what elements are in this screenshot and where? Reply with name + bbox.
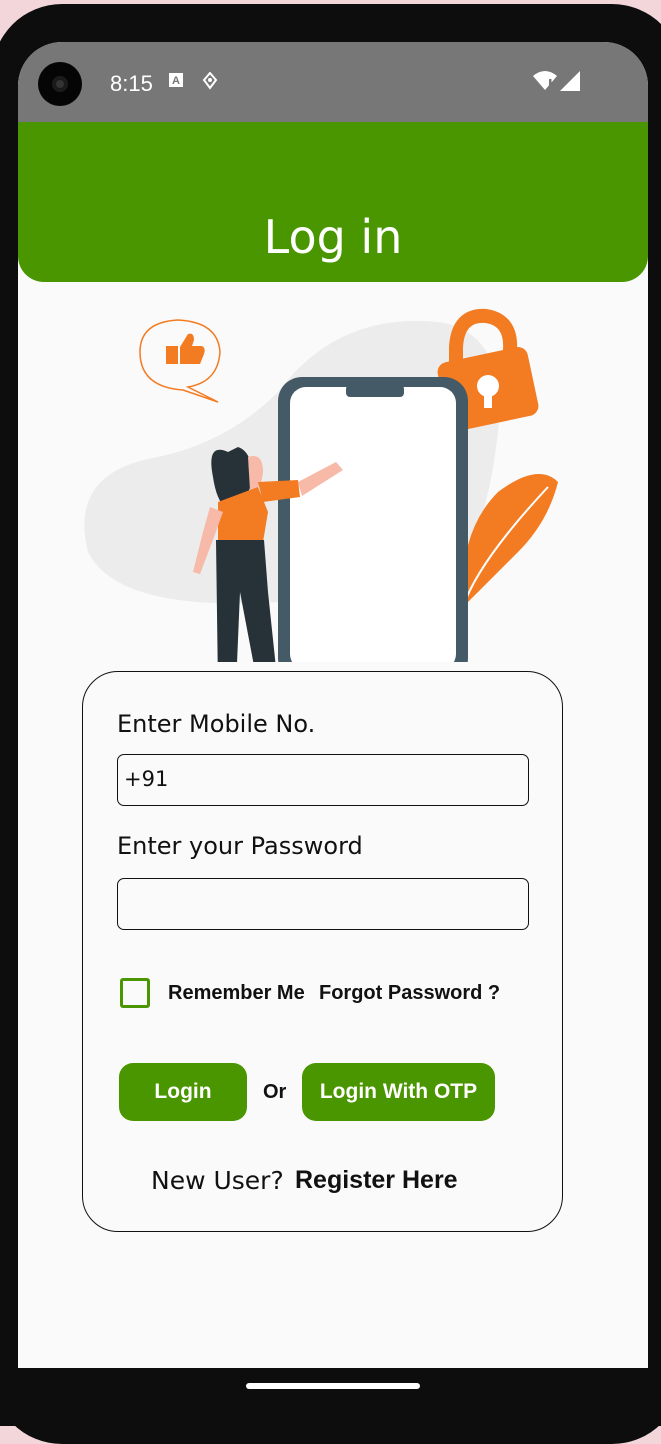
- register-link[interactable]: Register Here: [295, 1166, 458, 1195]
- navigation-bar: [0, 1368, 661, 1426]
- page-title: Log in: [263, 210, 403, 264]
- status-time: 8:15: [110, 71, 153, 96]
- location-icon: [202, 71, 218, 95]
- remember-me-checkbox[interactable]: [120, 978, 150, 1008]
- login-button[interactable]: Login: [119, 1063, 247, 1121]
- forgot-password-link[interactable]: Forgot Password ?: [319, 982, 500, 1005]
- home-gesture-handle[interactable]: [246, 1383, 420, 1389]
- device: 8:15 A Log in Enter Mobile No. +91 Enter…: [0, 4, 661, 1430]
- camera-cutout: [38, 62, 82, 106]
- text-a-icon: A: [168, 72, 184, 93]
- svg-text:A: A: [172, 75, 180, 87]
- remember-me-label[interactable]: Remember Me: [168, 982, 305, 1005]
- mobile-input[interactable]: +91: [117, 754, 529, 806]
- wifi-icon: [532, 70, 558, 97]
- login-form-card: Enter Mobile No. +91 Enter your Password…: [82, 671, 563, 1232]
- mobile-label: Enter Mobile No.: [117, 710, 316, 738]
- app-screen: 8:15 A Log in Enter Mobile No. +91 Enter…: [18, 42, 648, 1368]
- or-text: Or: [263, 1081, 287, 1103]
- new-user-text: New User?: [151, 1166, 284, 1195]
- password-label: Enter your Password: [117, 832, 363, 860]
- header-bar: Log in: [18, 122, 648, 282]
- login-illustration: [84, 308, 558, 662]
- status-bar: 8:15 A: [18, 42, 648, 122]
- signal-icon: [559, 70, 581, 97]
- password-input[interactable]: [117, 878, 529, 930]
- login-otp-button[interactable]: Login With OTP: [302, 1063, 495, 1121]
